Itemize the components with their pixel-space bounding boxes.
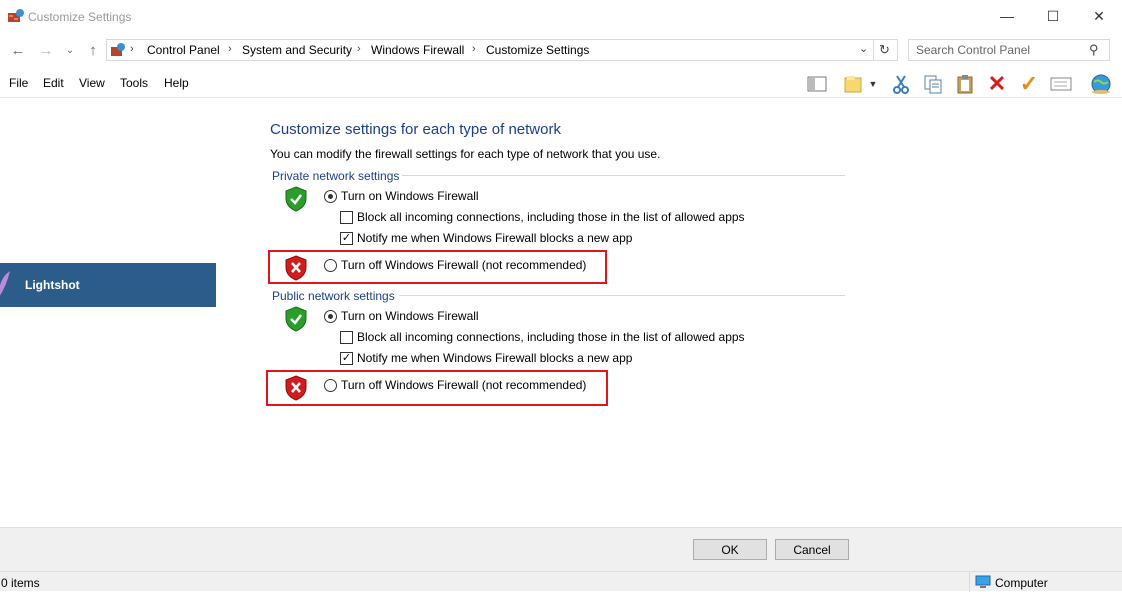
menu-view[interactable]: View bbox=[79, 76, 105, 90]
breadcrumb-separator-icon: › bbox=[357, 43, 361, 55]
minimize-icon: — bbox=[1000, 8, 1014, 24]
private-section-title: Private network settings bbox=[272, 169, 400, 183]
copy-icon[interactable] bbox=[920, 72, 946, 96]
feather-icon bbox=[0, 269, 12, 302]
private-turn-off-label: Turn off Windows Firewall (not recommend… bbox=[341, 258, 587, 272]
address-divider bbox=[873, 40, 874, 60]
chevron-down-icon[interactable]: ▼ bbox=[866, 72, 880, 96]
menu-tools[interactable]: Tools bbox=[120, 76, 148, 90]
public-block-all-checkbox[interactable]: Block all incoming connections, includin… bbox=[340, 330, 745, 344]
search-icon[interactable]: ⚲ bbox=[1089, 42, 1099, 58]
title-bar: Customize Settings — ☐ ✕ bbox=[0, 0, 1122, 34]
public-turn-on-radio[interactable]: Turn on Windows Firewall bbox=[324, 309, 479, 323]
search-placeholder: Search Control Panel bbox=[916, 43, 1031, 57]
minimize-button[interactable]: — bbox=[984, 0, 1030, 32]
radio-empty-icon bbox=[324, 378, 337, 392]
button-bar: OK Cancel bbox=[0, 527, 1122, 571]
lightshot-panel-item[interactable]: Lightshot bbox=[0, 263, 216, 307]
layout-pane-icon[interactable] bbox=[804, 72, 830, 96]
maximize-icon: ☐ bbox=[1046, 7, 1060, 24]
item-count: 0 items bbox=[1, 576, 40, 590]
address-dropdown-icon[interactable]: ⌄ bbox=[859, 42, 868, 55]
checkbox-checked-icon: ✓ bbox=[340, 351, 353, 365]
breadcrumb-separator-icon: › bbox=[130, 43, 134, 55]
public-turn-on-label: Turn on Windows Firewall bbox=[341, 309, 479, 323]
red-shield-icon bbox=[284, 255, 308, 284]
checkmark-icon[interactable]: ✓ bbox=[1016, 71, 1042, 96]
public-turn-off-radio[interactable]: Turn off Windows Firewall (not recommend… bbox=[324, 378, 586, 392]
cut-icon[interactable] bbox=[888, 72, 914, 96]
radio-selected-icon bbox=[324, 309, 337, 323]
forward-arrow-icon: → bbox=[38, 41, 54, 59]
green-shield-icon bbox=[284, 186, 308, 215]
delete-icon[interactable]: ✕ bbox=[984, 71, 1010, 96]
private-section-divider bbox=[402, 175, 845, 176]
menu-help[interactable]: Help bbox=[164, 76, 189, 90]
status-divider bbox=[969, 572, 970, 592]
checkbox-empty-icon bbox=[340, 330, 353, 344]
cancel-button[interactable]: Cancel bbox=[775, 539, 849, 560]
status-bar: 0 items Computer bbox=[0, 571, 1122, 592]
red-shield-icon bbox=[284, 375, 308, 404]
search-input[interactable]: Search Control Panel ⚲ bbox=[908, 39, 1110, 61]
back-button[interactable]: ← bbox=[8, 40, 28, 60]
green-shield-icon bbox=[284, 306, 308, 335]
paste-icon[interactable] bbox=[952, 72, 978, 96]
menu-file[interactable]: File bbox=[9, 76, 28, 90]
private-turn-on-radio[interactable]: Turn on Windows Firewall bbox=[324, 189, 479, 203]
globe-icon[interactable] bbox=[1088, 72, 1114, 96]
private-turn-on-label: Turn on Windows Firewall bbox=[341, 189, 479, 203]
breadcrumb-windows-firewall[interactable]: Windows Firewall bbox=[371, 43, 464, 57]
breadcrumb-system-security[interactable]: System and Security bbox=[242, 43, 352, 57]
breadcrumb-separator-icon: › bbox=[228, 43, 232, 55]
back-arrow-icon: ← bbox=[10, 41, 26, 59]
folder-options-icon[interactable] bbox=[840, 72, 866, 96]
computer-icon bbox=[975, 575, 991, 592]
close-button[interactable]: ✕ bbox=[1076, 0, 1122, 32]
radio-selected-icon bbox=[324, 189, 337, 203]
public-notify-checkbox[interactable]: ✓ Notify me when Windows Firewall blocks… bbox=[340, 351, 632, 365]
breadcrumb-separator-icon: › bbox=[472, 43, 476, 55]
private-block-all-checkbox[interactable]: Block all incoming connections, includin… bbox=[340, 210, 745, 224]
public-notify-label: Notify me when Windows Firewall blocks a… bbox=[357, 351, 633, 365]
control-panel-icon bbox=[110, 42, 126, 61]
forward-button[interactable]: → bbox=[36, 40, 56, 60]
refresh-icon[interactable]: ↻ bbox=[879, 42, 890, 58]
ok-button[interactable]: OK bbox=[693, 539, 767, 560]
close-icon: ✕ bbox=[1093, 7, 1105, 24]
page-description: You can modify the firewall settings for… bbox=[270, 147, 661, 161]
private-notify-checkbox[interactable]: ✓ Notify me when Windows Firewall blocks… bbox=[340, 231, 632, 245]
recent-locations-button[interactable]: ⌄ bbox=[60, 40, 80, 60]
private-block-all-label: Block all incoming connections, includin… bbox=[357, 210, 745, 224]
breadcrumb-control-panel[interactable]: Control Panel bbox=[147, 43, 220, 57]
radio-empty-icon bbox=[324, 258, 337, 272]
page-title: Customize settings for each type of netw… bbox=[270, 121, 561, 138]
properties-icon[interactable] bbox=[1048, 72, 1074, 96]
maximize-button[interactable]: ☐ bbox=[1030, 0, 1076, 32]
address-bar[interactable]: › Control Panel › System and Security › … bbox=[106, 39, 898, 61]
checkbox-checked-icon: ✓ bbox=[340, 231, 353, 245]
window-title: Customize Settings bbox=[28, 10, 132, 24]
breadcrumb-customize-settings[interactable]: Customize Settings bbox=[486, 43, 589, 57]
up-button[interactable]: ↑ bbox=[83, 40, 103, 60]
public-turn-off-label: Turn off Windows Firewall (not recommend… bbox=[341, 378, 587, 392]
public-section-title: Public network settings bbox=[272, 289, 395, 303]
firewall-app-icon bbox=[8, 9, 24, 23]
checkbox-empty-icon bbox=[340, 210, 353, 224]
computer-label: Computer bbox=[995, 576, 1048, 590]
menu-edit[interactable]: Edit bbox=[43, 76, 64, 90]
up-arrow-icon: ↑ bbox=[89, 41, 97, 59]
public-section-divider bbox=[399, 295, 845, 296]
navigation-bar: ← → ⌄ ↑ › Control Panel › System and Sec… bbox=[0, 36, 1122, 64]
lightshot-label: Lightshot bbox=[25, 278, 80, 292]
public-block-all-label: Block all incoming connections, includin… bbox=[357, 330, 745, 344]
private-turn-off-radio[interactable]: Turn off Windows Firewall (not recommend… bbox=[324, 258, 586, 272]
chevron-down-icon: ⌄ bbox=[65, 44, 75, 56]
private-notify-label: Notify me when Windows Firewall blocks a… bbox=[357, 231, 633, 245]
menu-bar: File Edit View Tools Help ▼ ✕ ✓ bbox=[0, 68, 1122, 98]
